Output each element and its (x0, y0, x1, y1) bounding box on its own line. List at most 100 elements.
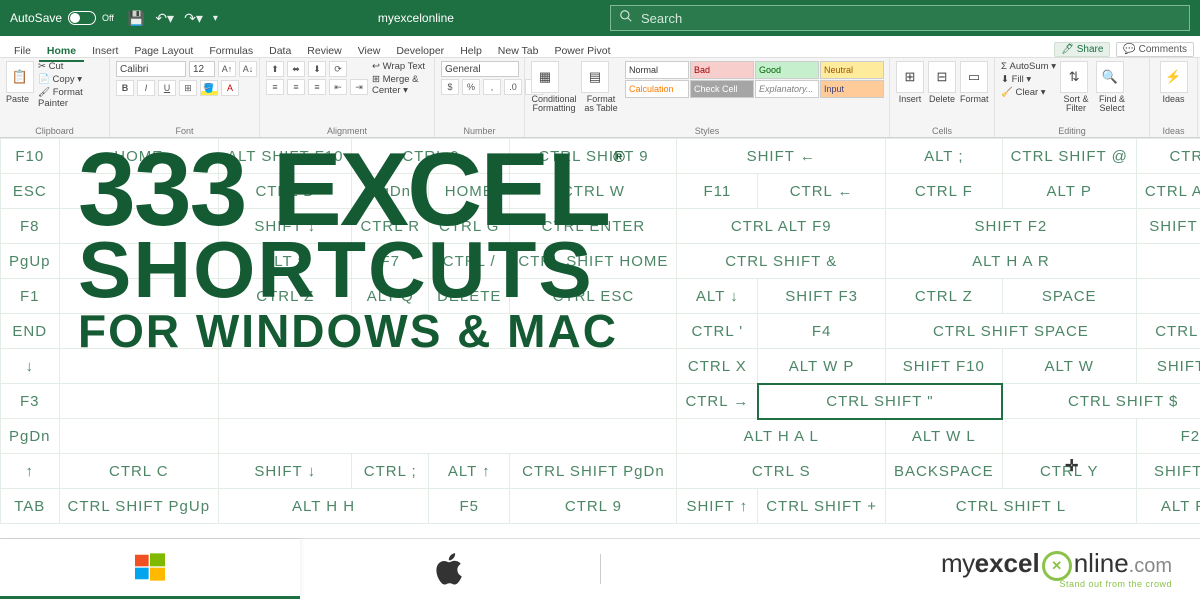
style-cell[interactable]: Bad (690, 61, 754, 79)
style-cell[interactable]: Good (755, 61, 819, 79)
grid-cell[interactable]: CTRL Z (219, 279, 352, 314)
grid-cell[interactable]: BACKSPACE (886, 454, 1003, 489)
grid-cell[interactable]: F4 (758, 314, 886, 349)
grid-cell[interactable] (59, 384, 219, 419)
grid-cell[interactable]: CTRL SHIFT PgDn (510, 454, 677, 489)
grid-cell[interactable]: CTRL SHIFT SPACE (886, 314, 1137, 349)
redo-icon[interactable]: ↷▾ (184, 10, 203, 27)
grid-cell[interactable]: ALT PgUp (1136, 489, 1200, 524)
grid-cell[interactable]: CTRL F (886, 174, 1003, 209)
comments-button[interactable]: 💬 Comments (1116, 42, 1194, 57)
ideas-button[interactable]: ⚡ (1160, 61, 1188, 93)
grid-cell[interactable]: SHIFT ← (677, 139, 886, 174)
grid-cell[interactable]: CTRL 9 (510, 489, 677, 524)
grid-cell[interactable]: ALT ↑ (429, 454, 510, 489)
grid-cell[interactable]: PgDn (352, 174, 429, 209)
conditional-formatting-button[interactable]: ▦ (531, 61, 559, 93)
save-icon[interactable]: 💾 (128, 10, 145, 27)
grid-cell[interactable]: SHIFT F4 (1136, 454, 1200, 489)
decrease-indent-icon[interactable]: ⇤ (329, 79, 347, 95)
grid-cell[interactable]: CTRL SHIFT $ (1002, 384, 1200, 419)
underline-button[interactable]: U (158, 80, 176, 96)
grid-cell[interactable]: CTRL 0 (352, 139, 510, 174)
grid-cell[interactable]: F8 (1, 209, 60, 244)
grid-cell[interactable]: CTRL ALT - (1136, 314, 1200, 349)
grid-cell[interactable]: ALT H A R (886, 244, 1137, 279)
grid-cell[interactable]: CTRL SHIFT " (758, 384, 1002, 419)
grid-cell[interactable]: CTRL / (429, 244, 510, 279)
grid-cell[interactable]: CTRL Y (1002, 454, 1136, 489)
merge-center-button[interactable]: ⊞ Merge & Center ▾ (372, 74, 428, 96)
grid-cell[interactable]: CTRL ALT F9 (677, 209, 886, 244)
style-cell[interactable]: Check Cell (690, 80, 754, 98)
grid-cell[interactable]: F10 (1, 139, 60, 174)
orientation-icon[interactable]: ⟳ (329, 61, 347, 77)
grid-cell[interactable]: ALT W L (886, 419, 1003, 454)
grid-cell[interactable] (59, 419, 219, 454)
grid-cell[interactable]: ALT W P (758, 349, 886, 384)
grid-cell[interactable]: F1 (1, 279, 60, 314)
format-painter-button[interactable]: 🖌 Format Painter (38, 87, 103, 109)
grid-cell[interactable]: F7 (352, 244, 429, 279)
fill-button[interactable]: ⬇ Fill ▾ (1001, 74, 1056, 85)
windows-tab[interactable] (0, 539, 300, 599)
grid-cell[interactable]: SHIFT ↓ (219, 454, 352, 489)
grid-cell[interactable]: ESC (1, 174, 60, 209)
grid-cell[interactable]: ALT H A L (677, 419, 886, 454)
grid-cell[interactable]: CTRL SHIFT @ (1002, 139, 1136, 174)
border-button[interactable]: ⊞ (179, 80, 197, 96)
insert-cells-button[interactable]: ⊞ (896, 61, 924, 93)
format-cells-button[interactable]: ▭ (960, 61, 988, 93)
style-cell[interactable]: Neutral (820, 61, 884, 79)
autosum-button[interactable]: Σ AutoSum ▾ (1001, 61, 1056, 72)
grid-cell[interactable]: CTRL SHIFT + (758, 489, 886, 524)
grid-cell[interactable]: PgUp (1, 244, 60, 279)
grid-cell[interactable]: SHIFT TAB (1136, 349, 1200, 384)
align-center-icon[interactable]: ≡ (287, 79, 305, 95)
search-box[interactable] (610, 5, 1190, 31)
comma-icon[interactable]: , (483, 79, 501, 95)
grid-cell[interactable]: CTRL ← (758, 174, 886, 209)
increase-decimal-icon[interactable]: .0 (504, 79, 522, 95)
grid-cell[interactable]: SHIFT F10 (1136, 209, 1200, 244)
grid-cell[interactable] (219, 384, 677, 419)
grid-cell[interactable]: CTRL S (677, 454, 886, 489)
style-cell[interactable]: Calculation (625, 80, 689, 98)
grid-cell[interactable] (59, 209, 219, 244)
grid-cell[interactable]: F11 (677, 174, 758, 209)
grid-cell[interactable]: CTRL SHIFT L (886, 489, 1137, 524)
number-format-combo[interactable]: General (441, 61, 519, 77)
currency-icon[interactable]: $ (441, 79, 459, 95)
grid-cell[interactable]: SHIFT ↑ (677, 489, 758, 524)
grid-cell[interactable] (1136, 279, 1200, 314)
grid-cell[interactable]: ALT W (1002, 349, 1136, 384)
grid-cell[interactable]: CTRL ALT + (1136, 174, 1200, 209)
italic-button[interactable]: I (137, 80, 155, 96)
grid-cell[interactable]: CTRL G (429, 209, 510, 244)
grid-cell[interactable]: TAB (1, 489, 60, 524)
percent-icon[interactable]: % (462, 79, 480, 95)
mac-tab[interactable] (300, 539, 600, 599)
grid-cell[interactable]: PgDn (1, 419, 60, 454)
search-input[interactable] (641, 11, 1181, 26)
align-left-icon[interactable]: ≡ (266, 79, 284, 95)
grid-cell[interactable]: CTRL ESC (510, 279, 677, 314)
font-size-combo[interactable]: 12 (189, 61, 215, 77)
bold-button[interactable]: B (116, 80, 134, 96)
grid-cell[interactable]: CTRL ; (352, 454, 429, 489)
grid-cell[interactable] (219, 314, 677, 349)
style-cell[interactable]: Input (820, 80, 884, 98)
grid-cell[interactable]: HOME (429, 174, 510, 209)
grid-cell[interactable]: CTRL X (677, 349, 758, 384)
grid-cell[interactable]: ALT SHIFT F10 (219, 139, 352, 174)
style-cell[interactable]: Explanatory... (755, 80, 819, 98)
grid-cell[interactable]: HOME (59, 139, 219, 174)
grid-cell[interactable]: CTRL C (59, 454, 219, 489)
grid-cell[interactable]: CTRL R (352, 209, 429, 244)
grid-cell[interactable]: SHIFT F3 (758, 279, 886, 314)
grid-cell[interactable]: CTRL W (510, 174, 677, 209)
copy-button[interactable]: 📄 Copy ▾ (38, 74, 103, 85)
clear-button[interactable]: 🧹 Clear ▾ (1001, 87, 1056, 98)
fill-color-button[interactable]: 🪣 (200, 80, 218, 96)
grid-cell[interactable]: SPACE (1002, 279, 1136, 314)
